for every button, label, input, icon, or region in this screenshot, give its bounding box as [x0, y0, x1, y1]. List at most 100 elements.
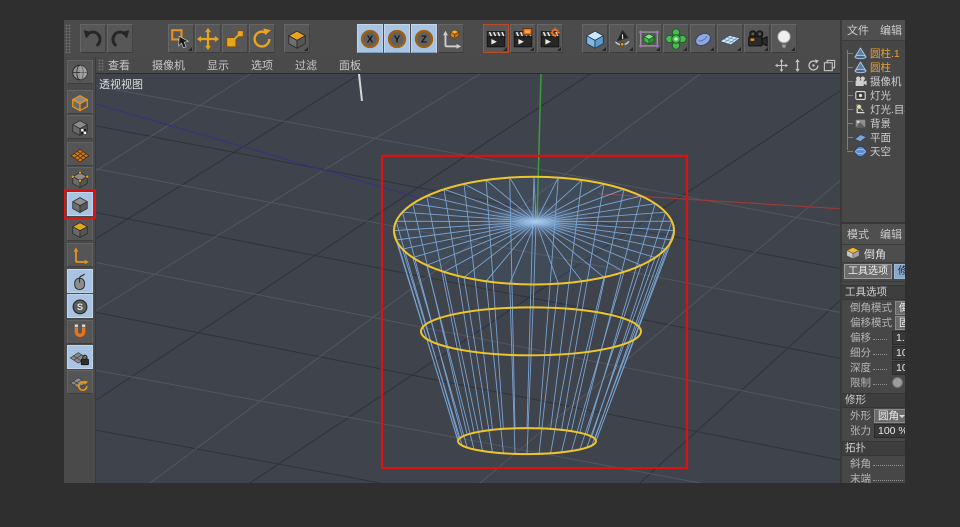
tools-group [168, 24, 311, 53]
workplane-grid-button[interactable] [67, 370, 93, 394]
rotate-view-button[interactable] [807, 59, 820, 72]
soft-selection-button[interactable]: S [67, 294, 93, 318]
object-name: 背景 [870, 116, 891, 131]
value-field[interactable]: 10 [892, 346, 905, 360]
zoom-view-icon [791, 59, 804, 72]
pan-view-icon [775, 59, 788, 72]
right-panel: 文件编辑 圆柱.1圆柱摄像机灯光灯光.目标.1背景平面天空 模式编辑 倒角 工具… [840, 20, 905, 483]
viewport: 查看 摄像机 显示 选项 过滤 面板 透视视图 [96, 57, 840, 483]
live-selection-button[interactable] [168, 24, 194, 53]
object-row[interactable]: 圆柱 [842, 60, 905, 74]
attribute-label: 倒角模式 [850, 300, 892, 315]
dropdown[interactable]: 固 [895, 316, 905, 330]
move-button[interactable] [195, 24, 221, 53]
zoom-view-button[interactable] [791, 59, 804, 72]
main-toolbar: XYZ [64, 20, 840, 58]
points-mode-button[interactable] [67, 167, 93, 191]
object-row[interactable]: 天空 [842, 144, 905, 158]
scale-icon [223, 27, 247, 51]
generators-button[interactable] [636, 24, 662, 53]
object-row[interactable]: 灯光 [842, 88, 905, 102]
environment-floor-button[interactable] [717, 24, 743, 53]
dotted-leader [873, 354, 887, 355]
value-field[interactable]: 1.5 [892, 331, 905, 345]
cam-icon [854, 75, 867, 88]
attribute-row: 偏移模式固 [842, 315, 905, 330]
dropdown[interactable]: 倒 [895, 301, 905, 315]
tab-shaping[interactable]: 修形 [894, 264, 905, 279]
snap-button[interactable] [67, 320, 93, 344]
toolbar-grip[interactable] [65, 24, 71, 53]
section-header[interactable]: 拓扑 [842, 441, 905, 456]
scene-svg [96, 74, 840, 483]
object-icon-wrap [854, 75, 867, 88]
lock-y-axis-button[interactable]: Y [384, 24, 410, 53]
value-field[interactable]: 100 % [874, 424, 905, 438]
viewport-menu-grip[interactable] [98, 59, 104, 71]
section-header[interactable]: 工具选项 [842, 285, 905, 300]
make-editable-icon [69, 62, 91, 83]
render-picture-viewer-button[interactable] [510, 24, 536, 53]
object-row[interactable]: 背景 [842, 116, 905, 130]
viewport-menu-1[interactable]: 摄像机 [152, 57, 185, 73]
spline-pen-button[interactable] [609, 24, 635, 53]
polygons-mode-icon [69, 219, 91, 240]
scale-button[interactable] [222, 24, 248, 53]
light-button[interactable] [771, 24, 797, 53]
attribute-label: 末端 [850, 471, 871, 483]
model-mode-button[interactable] [67, 90, 93, 114]
bevel-tool-icon [845, 246, 861, 261]
render-settings-button[interactable] [537, 24, 563, 53]
enable-axis-button[interactable] [67, 243, 93, 267]
attribute-manager: 模式编辑 倒角 工具选项修形 工具选项倒角模式倒偏移模式固偏移1.5细分10深度… [842, 222, 905, 483]
last-used-tool-button[interactable] [284, 24, 310, 53]
wire-hub-glow [478, 206, 594, 238]
toggle-view-button[interactable] [823, 59, 836, 72]
object-manager-menu-1[interactable]: 编辑 [880, 22, 902, 38]
object-manager-menu-0[interactable]: 文件 [847, 22, 869, 38]
texture-mode-button[interactable] [67, 115, 93, 139]
viewport-canvas[interactable]: 透视视图 [96, 73, 840, 483]
attribute-manager-menu-1[interactable]: 编辑 [880, 226, 902, 242]
volume-button[interactable] [690, 24, 716, 53]
sky-icon [854, 145, 867, 158]
object-icon-wrap [854, 145, 867, 158]
tab-tool-options[interactable]: 工具选项 [844, 264, 892, 279]
attribute-row: 末端 [842, 471, 905, 483]
edges-mode-button[interactable] [67, 192, 93, 216]
coordinate-system-button[interactable] [438, 24, 464, 53]
move-icon [196, 27, 220, 51]
checkbox[interactable] [892, 377, 903, 388]
rotate-button[interactable] [249, 24, 275, 53]
object-row[interactable]: 平面 [842, 130, 905, 144]
viewport-menu-3[interactable]: 选项 [251, 57, 273, 73]
object-row[interactable]: 圆柱.1 [842, 46, 905, 60]
redo-button[interactable] [107, 24, 133, 53]
lock-z-axis-button[interactable]: Z [411, 24, 437, 53]
viewport-menu-2[interactable]: 显示 [207, 57, 229, 73]
section-header[interactable]: 修形 [842, 393, 905, 408]
lock-x-axis-button[interactable]: X [357, 24, 383, 53]
add-primitive-button[interactable] [582, 24, 608, 53]
attribute-manager-menu-0[interactable]: 模式 [847, 226, 869, 242]
viewport-menu-4[interactable]: 过滤 [295, 57, 317, 73]
render-view-button[interactable] [483, 24, 509, 53]
viewport-menu-0[interactable]: 查看 [108, 57, 130, 73]
cinema4d-window: XYZ S 查看摄像机显示选项过滤面板 透视视图 文件编辑 圆柱.1圆柱摄像机灯… [64, 20, 905, 483]
dropdown[interactable]: 圆角 [874, 409, 905, 423]
make-editable-button[interactable] [67, 60, 93, 84]
tweak-mode-button[interactable] [67, 269, 93, 293]
polygons-mode-button[interactable] [67, 217, 93, 241]
undo-button[interactable] [80, 24, 106, 53]
object-row[interactable]: 灯光.目标.1 [842, 102, 905, 116]
camera-button[interactable] [744, 24, 770, 53]
object-row[interactable]: 摄像机 [842, 74, 905, 88]
coordinate-system-icon [439, 27, 463, 51]
value-field[interactable]: 10 [892, 361, 905, 375]
deformers-button[interactable] [663, 24, 689, 53]
workplane-mode-button[interactable] [67, 142, 93, 166]
viewport-menu-5[interactable]: 面板 [339, 57, 361, 73]
workplane-lock-button[interactable] [67, 345, 93, 369]
pan-view-button[interactable] [775, 59, 788, 72]
attribute-row: 倒角模式倒 [842, 300, 905, 315]
